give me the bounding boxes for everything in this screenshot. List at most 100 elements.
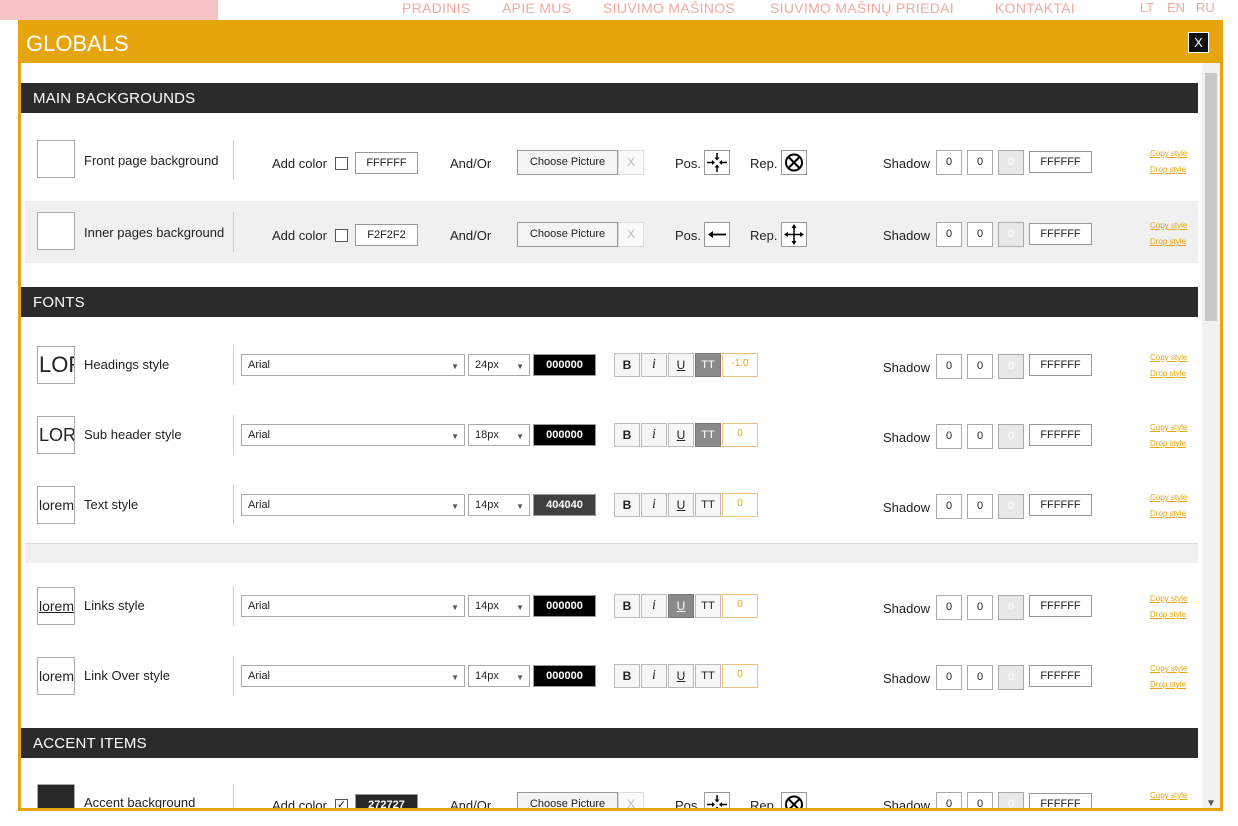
arrows-in-icon[interactable]	[704, 792, 730, 808]
caps-button[interactable]: TT	[695, 423, 721, 447]
nav-item-priedai[interactable]: SIUVIMO MAŠINŲ PRIEDAI	[770, 0, 954, 16]
shadow-color-input[interactable]: FFFFFF	[1029, 354, 1092, 376]
shadow-y-input[interactable]: 0	[967, 665, 993, 690]
drop-style-link[interactable]: Drop style	[1150, 439, 1186, 448]
shadow-x-input[interactable]: 0	[936, 354, 962, 379]
bold-button[interactable]: B	[614, 594, 640, 618]
choose-picture-button[interactable]: Choose Picture	[517, 150, 618, 175]
color-preview[interactable]	[37, 784, 75, 808]
shadow-y-input[interactable]: 0	[967, 792, 993, 808]
drop-style-link[interactable]: Drop style	[1150, 610, 1186, 619]
choose-picture-button[interactable]: Choose Picture	[517, 222, 618, 247]
color-input[interactable]: FFFFFF	[355, 152, 418, 174]
letter-spacing-input[interactable]: 0	[722, 594, 758, 618]
add-color-checkbox[interactable]	[335, 229, 348, 242]
shadow-blur-input[interactable]: 0	[998, 665, 1024, 690]
shadow-x-input[interactable]: 0	[936, 222, 962, 247]
shadow-color-input[interactable]: FFFFFF	[1029, 665, 1092, 687]
underline-button[interactable]: U	[668, 493, 694, 517]
shadow-color-input[interactable]: FFFFFF	[1029, 424, 1092, 446]
copy-style-link[interactable]: Copy style	[1150, 149, 1187, 158]
shadow-color-input[interactable]: FFFFFF	[1029, 494, 1092, 516]
caps-button[interactable]: TT	[695, 664, 721, 688]
font-family-select[interactable]: Arial ▼	[241, 494, 465, 516]
arrows-out-icon[interactable]	[781, 222, 807, 247]
drop-style-link[interactable]: Drop style	[1150, 165, 1186, 174]
drop-style-link[interactable]: Drop style	[1150, 369, 1186, 378]
italic-button[interactable]: i	[641, 594, 667, 618]
no-repeat-icon[interactable]	[781, 792, 807, 808]
font-color-input[interactable]: 404040	[533, 494, 596, 516]
shadow-x-input[interactable]: 0	[936, 792, 962, 808]
lang-lt[interactable]: LT	[1140, 0, 1154, 15]
font-color-input[interactable]: 000000	[533, 424, 596, 446]
bold-button[interactable]: B	[614, 493, 640, 517]
add-color-checkbox-checked[interactable]: ✓	[335, 799, 348, 808]
copy-style-link[interactable]: Copy style	[1150, 594, 1187, 603]
caps-button[interactable]: TT	[695, 493, 721, 517]
shadow-blur-input[interactable]: 0	[998, 150, 1024, 175]
shadow-color-input[interactable]: FFFFFF	[1029, 151, 1092, 173]
italic-button[interactable]: i	[641, 493, 667, 517]
font-color-input[interactable]: 000000	[533, 354, 596, 376]
font-family-select[interactable]: Arial ▼	[241, 354, 465, 376]
shadow-x-input[interactable]: 0	[936, 595, 962, 620]
shadow-color-input[interactable]: FFFFFF	[1029, 595, 1092, 617]
remove-picture-button[interactable]: X	[618, 222, 644, 247]
underline-button[interactable]: U	[668, 594, 694, 618]
scrollbar[interactable]: ▼	[1202, 63, 1220, 808]
shadow-blur-input[interactable]: 0	[998, 222, 1024, 247]
shadow-blur-input[interactable]: 0	[998, 494, 1024, 519]
copy-style-link[interactable]: Copy style	[1150, 221, 1187, 230]
shadow-x-input[interactable]: 0	[936, 150, 962, 175]
font-size-select[interactable]: 18px ▼	[468, 424, 530, 446]
shadow-y-input[interactable]: 0	[967, 354, 993, 379]
lang-en[interactable]: EN	[1167, 0, 1185, 15]
shadow-y-input[interactable]: 0	[967, 150, 993, 175]
font-color-input[interactable]: 000000	[533, 665, 596, 687]
copy-style-link[interactable]: Copy style	[1150, 423, 1187, 432]
shadow-y-input[interactable]: 0	[967, 494, 993, 519]
italic-button[interactable]: i	[641, 664, 667, 688]
close-button[interactable]: X	[1188, 32, 1209, 53]
color-input[interactable]: F2F2F2	[355, 224, 418, 246]
drop-style-link[interactable]: Drop style	[1150, 680, 1186, 689]
font-color-input[interactable]: 000000	[533, 595, 596, 617]
shadow-blur-input[interactable]: 0	[998, 354, 1024, 379]
shadow-x-input[interactable]: 0	[936, 494, 962, 519]
caps-button[interactable]: TT	[695, 594, 721, 618]
bold-button[interactable]: B	[614, 353, 640, 377]
font-size-select[interactable]: 14px ▼	[468, 665, 530, 687]
shadow-color-input[interactable]: FFFFFF	[1029, 223, 1092, 245]
font-size-select[interactable]: 14px ▼	[468, 494, 530, 516]
shadow-y-input[interactable]: 0	[967, 595, 993, 620]
letter-spacing-input[interactable]: 0	[722, 664, 758, 688]
font-family-select[interactable]: Arial ▼	[241, 424, 465, 446]
remove-picture-button[interactable]: X	[618, 150, 644, 175]
font-family-select[interactable]: Arial ▼	[241, 665, 465, 687]
underline-button[interactable]: U	[668, 423, 694, 447]
italic-button[interactable]: i	[641, 423, 667, 447]
letter-spacing-input[interactable]: -1.0	[722, 353, 758, 377]
copy-style-link[interactable]: Copy style	[1150, 493, 1187, 502]
caps-button[interactable]: TT	[695, 353, 721, 377]
scrollbar-thumb[interactable]	[1205, 73, 1217, 321]
copy-style-link[interactable]: Copy style	[1150, 664, 1187, 673]
shadow-blur-input[interactable]: 0	[998, 595, 1024, 620]
shadow-y-input[interactable]: 0	[967, 424, 993, 449]
italic-button[interactable]: i	[641, 353, 667, 377]
letter-spacing-input[interactable]: 0	[722, 423, 758, 447]
no-repeat-icon[interactable]	[781, 150, 807, 175]
letter-spacing-input[interactable]: 0	[722, 493, 758, 517]
nav-item-kontaktai[interactable]: KONTAKTAI	[995, 0, 1075, 16]
remove-picture-button[interactable]: X	[618, 792, 644, 808]
bold-button[interactable]: B	[614, 423, 640, 447]
color-preview[interactable]	[37, 140, 75, 178]
font-size-select[interactable]: 24px ▼	[468, 354, 530, 376]
underline-button[interactable]: U	[668, 664, 694, 688]
scroll-down-icon[interactable]: ▼	[1206, 798, 1216, 808]
color-preview[interactable]	[37, 212, 75, 250]
copy-style-link[interactable]: Copy style	[1150, 353, 1187, 362]
add-color-checkbox[interactable]	[335, 157, 348, 170]
lang-ru[interactable]: RU	[1196, 0, 1215, 15]
